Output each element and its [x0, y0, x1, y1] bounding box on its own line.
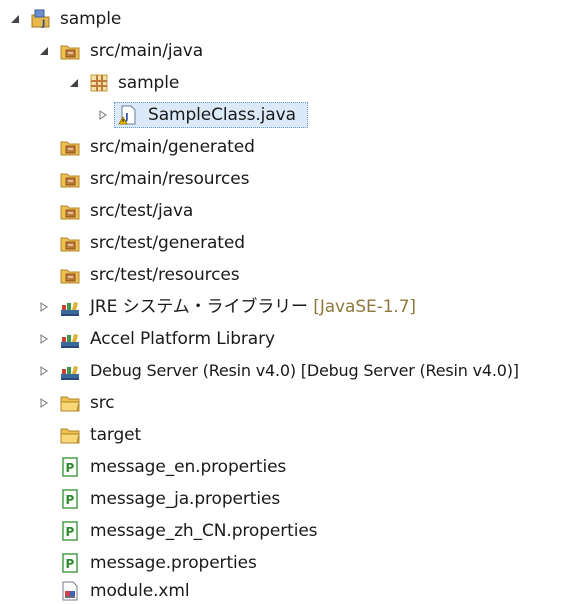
package-icon: [88, 72, 110, 94]
tree-item-label: src/test/generated: [90, 233, 245, 253]
tree-item-label: src/main/java: [90, 41, 204, 61]
source-folder-icon: [59, 232, 81, 254]
properties-file-icon: P: [59, 520, 81, 542]
source-folder-icon: [59, 136, 81, 158]
folder-icon: [59, 392, 81, 414]
folder-icon: [59, 424, 81, 446]
tree-item-label: message_en.properties: [90, 457, 287, 477]
library-icon: [59, 296, 81, 318]
tree-item-label: message.properties: [90, 553, 257, 573]
tree-item-label: src/main/resources: [90, 169, 250, 189]
svg-text:P: P: [66, 461, 75, 475]
library-icon: [59, 328, 81, 350]
properties-file-icon: P: [59, 456, 81, 478]
package-explorer-tree: J sample src/main/java sample J SampleCl…: [0, 0, 582, 603]
source-folder-icon: [59, 264, 81, 286]
tree-item-label: SampleClass.java: [148, 105, 296, 125]
collapsed-toggle-icon[interactable]: [96, 108, 110, 122]
expanded-toggle-icon[interactable]: [37, 44, 51, 58]
properties-file-icon: P: [59, 552, 81, 574]
tree-item-label: Debug Server (Resin v4.0) [Debug Server …: [90, 361, 519, 380]
collapsed-toggle-icon[interactable]: [37, 364, 51, 378]
tree-item-label: sample: [60, 9, 122, 29]
tree-item-label: src: [90, 393, 115, 413]
svg-text:P: P: [66, 557, 75, 571]
tree-item-label: JRE システム・ライブラリー [JavaSE-1.7]: [90, 296, 416, 318]
tree-item-label: sample: [118, 73, 180, 93]
svg-text:P: P: [66, 525, 75, 539]
library-name: JRE システム・ライブラリー: [90, 297, 308, 317]
properties-file-icon: P: [59, 488, 81, 510]
svg-text:P: P: [66, 493, 75, 507]
xml-file-icon: [59, 580, 81, 602]
tree-item-label: target: [90, 425, 142, 445]
collapsed-toggle-icon[interactable]: [37, 300, 51, 314]
jre-version-decoration: [JavaSE-1.7]: [313, 297, 416, 317]
tree-item-label: Accel Platform Library: [90, 329, 275, 349]
collapsed-toggle-icon[interactable]: [37, 396, 51, 410]
source-folder-icon: [59, 168, 81, 190]
expanded-toggle-icon[interactable]: [67, 76, 81, 90]
java-project-icon: J: [29, 8, 51, 30]
tree-item-label: src/main/generated: [90, 137, 255, 157]
tree-item-label: src/test/java: [90, 201, 194, 221]
source-folder-icon: [59, 200, 81, 222]
svg-text:J: J: [41, 19, 45, 29]
source-folder-icon: [59, 40, 81, 62]
tree-item-label: message_zh_CN.properties: [90, 521, 318, 541]
collapsed-toggle-icon[interactable]: [37, 332, 51, 346]
expanded-toggle-icon[interactable]: [8, 12, 22, 26]
java-file-icon: J: [117, 104, 139, 126]
tree-item-label: module.xml: [90, 581, 190, 601]
tree-item-label: src/test/resources: [90, 265, 240, 285]
tree-item-label: message_ja.properties: [90, 489, 281, 509]
library-icon: [59, 360, 81, 382]
